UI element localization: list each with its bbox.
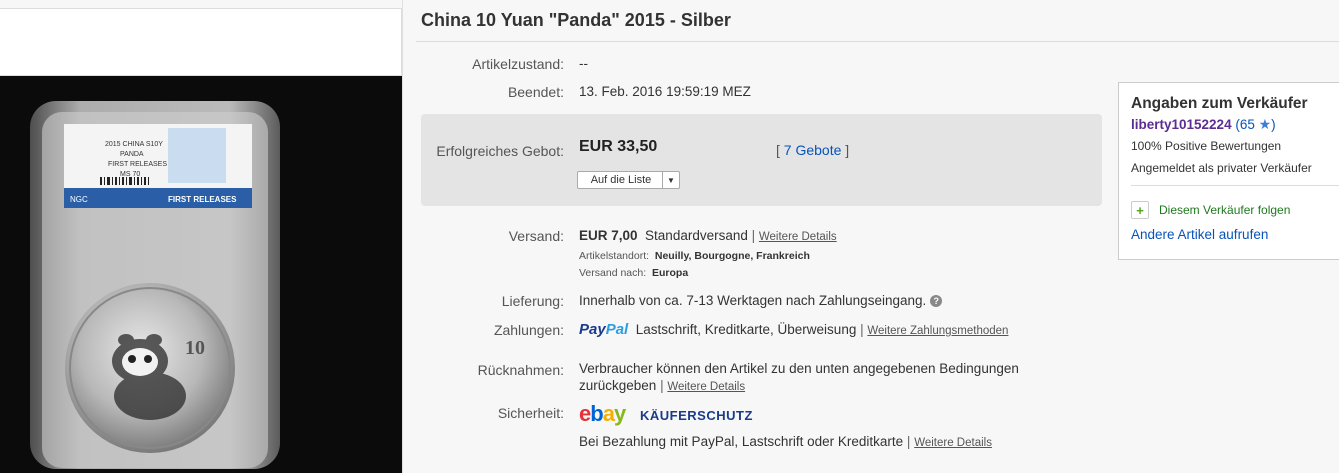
condition-value: -- [579, 56, 588, 71]
seller-info-box: Angaben zum Verkäufer liberty10152224 (6… [1118, 82, 1339, 260]
ended-value: 13. Feb. 2016 19:59:19 MEZ [579, 84, 751, 99]
seller-user: liberty10152224 (65 ★) [1131, 116, 1276, 133]
image-top-panel [0, 8, 402, 76]
delivery-label: Lieferung: [501, 293, 564, 309]
slab-label-text: 2015 CHINA S10Y [105, 141, 163, 148]
other-items-link[interactable]: Andere Artikel aufrufen [1131, 227, 1268, 242]
follow-seller-button[interactable]: + Diesem Verkäufer folgen [1131, 201, 1290, 219]
ships-to: Versand nach: Europa [579, 267, 689, 279]
payments-info: PayPal Lastschrift, Kreditkarte, Überwei… [579, 321, 1009, 338]
bid-history-link[interactable]: 7 Gebote [784, 142, 842, 158]
shipping-method: Standardversand [645, 228, 748, 243]
buyer-protection-badge: KÄUFERSCHUTZ [640, 408, 753, 423]
column-divider [402, 0, 403, 473]
seller-heading: Angaben zum Verkäufer [1131, 95, 1308, 112]
bid-panel [421, 114, 1102, 206]
returns-line1: Verbraucher können den Artikel zu den un… [579, 361, 1019, 376]
seller-divider [1131, 185, 1339, 186]
shipping-label: Versand: [508, 228, 564, 244]
winning-bid-label: Erfolgreiches Gebot: [436, 143, 564, 159]
paypal-logo: PayPal [579, 321, 629, 338]
svg-text:PANDA: PANDA [120, 151, 144, 158]
item-location: Artikelstandort: Neuilly, Bourgogne, Fra… [579, 250, 810, 262]
seller-registration: Angemeldet als privater Verkäufer [1131, 161, 1312, 175]
payments-label: Zahlungen: [493, 322, 564, 338]
title-divider [416, 41, 1339, 42]
feedback-score-link[interactable]: (65 ★) [1232, 116, 1275, 132]
protection-details-link[interactable]: Weitere Details [914, 437, 992, 449]
svg-text:10: 10 [185, 337, 205, 359]
security-label: Sicherheit: [497, 405, 564, 421]
bid-count: [ 7 Gebote ] [776, 142, 850, 158]
payment-methods: Lastschrift, Kreditkarte, Überweisung [635, 322, 857, 337]
more-payment-methods-link[interactable]: Weitere Zahlungsmethoden [867, 325, 1008, 337]
coin-slab-image: 2015 CHINA S10Y PANDA FIRST RELEASES MS … [0, 76, 402, 473]
item-photo[interactable]: 2015 CHINA S10Y PANDA FIRST RELEASES MS … [0, 76, 402, 473]
svg-text:MS 70: MS 70 [120, 171, 140, 178]
returns-details-link[interactable]: Weitere Details [667, 381, 745, 393]
ebay-logo: ebay [579, 401, 626, 426]
positive-feedback: 100% Positive Bewertungen [1131, 139, 1282, 153]
svg-text:FIRST RELEASES: FIRST RELEASES [168, 195, 237, 204]
star-icon: ★ [1258, 116, 1272, 132]
buyer-protection-info: Bei Bezahlung mit PayPal, Lastschrift od… [579, 434, 992, 449]
help-icon[interactable]: ? [930, 295, 943, 308]
add-to-list-label: Auf die Liste [590, 174, 652, 186]
seller-username-link[interactable]: liberty10152224 [1131, 117, 1232, 132]
condition-label: Artikelzustand: [472, 56, 564, 72]
follow-seller-label: Diesem Verkäufer folgen [1159, 203, 1291, 217]
returns-label: Rücknahmen: [477, 362, 564, 378]
item-title: China 10 Yuan "Panda" 2015 - Silber [421, 10, 731, 30]
dropdown-arrow-icon[interactable]: ▼ [662, 172, 679, 188]
shipping-details-link[interactable]: Weitere Details [759, 231, 837, 243]
delivery-info: Innerhalb von ca. 7-13 Werktagen nach Za… [579, 293, 943, 308]
shipping-price: EUR 7,00 [579, 228, 638, 243]
shipping-info: EUR 7,00 Standardversand | Weitere Detai… [579, 228, 837, 243]
ended-label: Beendet: [507, 84, 564, 100]
svg-text:FIRST RELEASES: FIRST RELEASES [108, 161, 167, 168]
add-to-list-button[interactable]: Auf die Liste ▼ [577, 171, 680, 189]
returns-line2: zurückgeben | Weitere Details [579, 378, 746, 393]
delivery-value: Innerhalb von ca. 7-13 Werktagen nach Za… [579, 293, 927, 308]
winning-bid-amount: EUR 33,50 [579, 138, 658, 155]
plus-icon: + [1131, 201, 1149, 219]
svg-text:NGC: NGC [70, 195, 88, 204]
